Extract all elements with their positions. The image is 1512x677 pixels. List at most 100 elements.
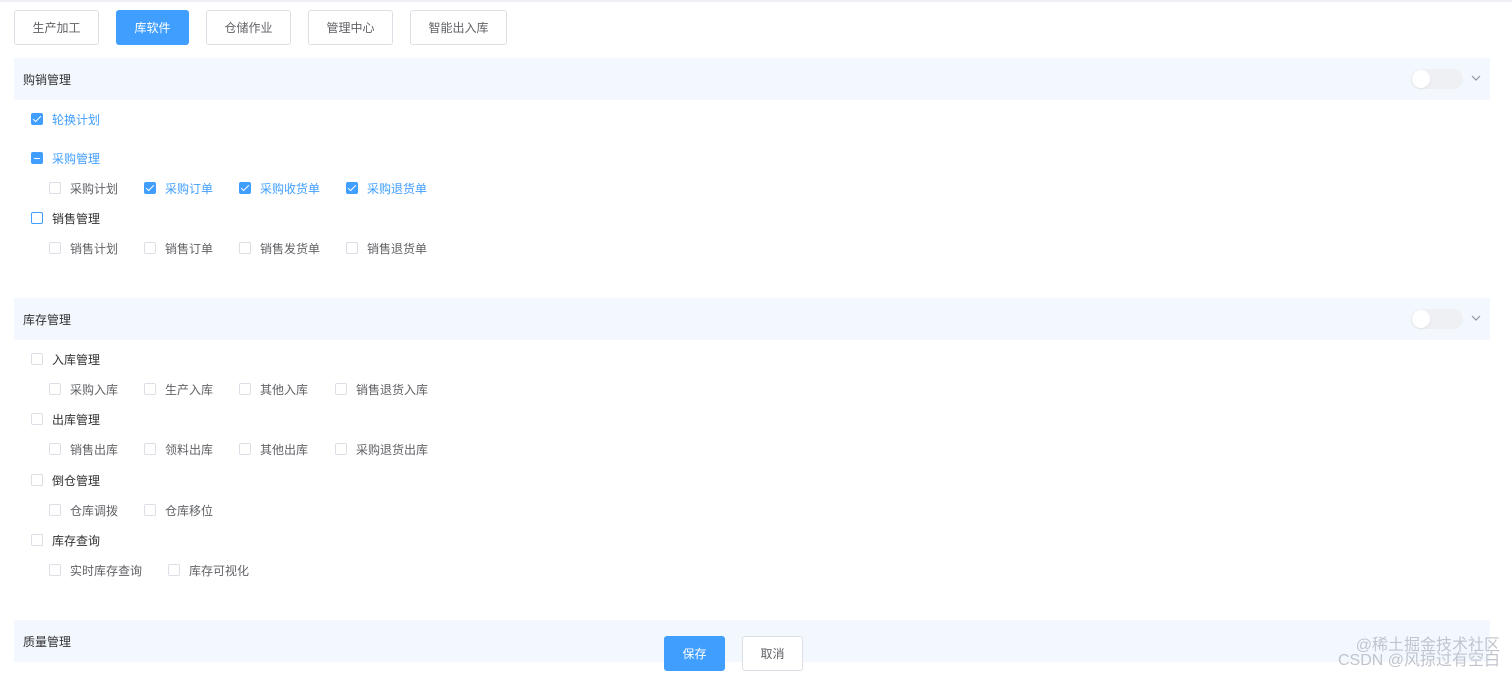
section-title: 购销管理 <box>23 72 72 87</box>
checkbox-unchecked-icon[interactable] <box>346 242 358 254</box>
checkbox-inventory-query[interactable]: 库存查询 <box>31 532 100 549</box>
checkbox-unchecked-icon[interactable] <box>239 242 251 254</box>
checkbox-other-inbound[interactable]: 其他入库 <box>239 381 308 398</box>
checkbox-transfer-management[interactable]: 倒仓管理 <box>31 472 100 489</box>
checkbox-unchecked-icon[interactable] <box>239 383 251 395</box>
checkbox-label: 销售出库 <box>70 442 119 457</box>
checkbox-label: 仓库移位 <box>165 503 214 518</box>
checkbox-production-inbound[interactable]: 生产入库 <box>144 381 213 398</box>
checkbox-unchecked-icon[interactable] <box>239 443 251 455</box>
checkbox-unchecked-icon[interactable] <box>49 182 61 194</box>
checkbox-label: 采购订单 <box>165 181 214 196</box>
save-button[interactable]: 保存 <box>664 636 725 671</box>
section-header-inventory[interactable]: 库存管理 <box>14 298 1490 340</box>
checkbox-label: 轮换计划 <box>52 112 101 127</box>
checkbox-unchecked-icon[interactable] <box>168 564 180 576</box>
group-purchase-management: 采购管理 <box>31 150 100 166</box>
checkbox-indeterminate-icon[interactable] <box>31 152 43 164</box>
checkbox-unchecked-icon[interactable] <box>144 504 156 516</box>
tab-warehouse-software[interactable]: 库软件 <box>116 10 189 45</box>
checkbox-checked-icon[interactable] <box>31 113 43 125</box>
checkbox-label: 领料出库 <box>165 442 214 457</box>
checkbox-warehouse-transfer[interactable]: 仓库调拨 <box>49 502 118 519</box>
checkbox-sales-outbound[interactable]: 销售出库 <box>49 441 118 458</box>
checkbox-inbound-management[interactable]: 入库管理 <box>31 351 100 368</box>
checkbox-purchase-receipt[interactable]: 采购收货单 <box>239 180 320 197</box>
checkbox-unchecked-icon[interactable] <box>49 504 61 516</box>
checkbox-sales-plan[interactable]: 销售计划 <box>49 240 118 257</box>
checkbox-unchecked-icon[interactable] <box>31 353 43 365</box>
checkbox-label: 仓库调拨 <box>70 503 119 518</box>
checkbox-label: 库存查询 <box>52 533 101 548</box>
checkbox-label: 实时库存查询 <box>70 563 143 578</box>
tab-management-center[interactable]: 管理中心 <box>308 10 393 45</box>
top-divider <box>0 0 1512 2</box>
tab-storage-operations[interactable]: 仓储作业 <box>206 10 291 45</box>
checkbox-other-outbound[interactable]: 其他出库 <box>239 441 308 458</box>
checkbox-purchase-return-outbound[interactable]: 采购退货出库 <box>335 441 428 458</box>
switch-knob <box>1412 310 1430 328</box>
group-inbound-management: 入库管理 <box>31 351 100 367</box>
checkbox-outbound-management[interactable]: 出库管理 <box>31 411 100 428</box>
checkbox-label: 生产入库 <box>165 382 214 397</box>
checkbox-unchecked-icon[interactable] <box>49 242 61 254</box>
checkbox-unchecked-icon[interactable] <box>49 564 61 576</box>
checkbox-warehouse-relocation[interactable]: 仓库移位 <box>144 502 213 519</box>
checkbox-unchecked-icon[interactable] <box>335 443 347 455</box>
checkbox-sales-management[interactable]: 销售管理 <box>31 210 100 227</box>
section-toggle-switch[interactable] <box>1411 309 1463 329</box>
checkbox-label: 销售计划 <box>70 241 119 256</box>
group-outbound-management: 出库管理 <box>31 411 100 427</box>
checkbox-sales-return-inbound[interactable]: 销售退货入库 <box>335 381 428 398</box>
checkbox-unchecked-icon[interactable] <box>49 383 61 395</box>
checkbox-label: 倒仓管理 <box>52 473 101 488</box>
checkbox-sales-return[interactable]: 销售退货单 <box>346 240 427 257</box>
checkbox-unchecked-icon[interactable] <box>31 413 43 425</box>
checkbox-label: 销售管理 <box>52 211 101 226</box>
section-header-purchase-sales[interactable]: 购销管理 <box>14 58 1490 100</box>
checkbox-realtime-inventory[interactable]: 实时库存查询 <box>49 562 142 579</box>
checkbox-inventory-visualization[interactable]: 库存可视化 <box>168 562 249 579</box>
checkbox-label: 其他入库 <box>260 382 309 397</box>
checkbox-checked-icon[interactable] <box>144 182 156 194</box>
checkbox-unchecked-icon[interactable] <box>31 474 43 486</box>
tab-smart-inout[interactable]: 智能出入库 <box>410 10 507 45</box>
tab-production[interactable]: 生产加工 <box>14 10 99 45</box>
checkbox-unchecked-icon[interactable] <box>144 383 156 395</box>
checkbox-label: 出库管理 <box>52 412 101 427</box>
checkbox-unchecked-icon[interactable] <box>335 383 347 395</box>
checkbox-rotation-plan[interactable]: 轮换计划 <box>31 111 100 128</box>
checkbox-label: 销售退货入库 <box>356 382 429 397</box>
checkbox-label: 销售订单 <box>165 241 214 256</box>
switch-knob <box>1412 70 1430 88</box>
checkbox-unchecked-icon[interactable] <box>49 443 61 455</box>
checkbox-checked-icon[interactable] <box>346 182 358 194</box>
checkbox-sales-shipment[interactable]: 销售发货单 <box>239 240 320 257</box>
checkbox-purchase-order[interactable]: 采购订单 <box>144 180 213 197</box>
checkbox-label: 采购入库 <box>70 382 119 397</box>
group-sales-management: 销售管理 <box>31 210 100 226</box>
checkbox-checked-icon[interactable] <box>239 182 251 194</box>
section-title: 库存管理 <box>23 312 72 327</box>
checkbox-label: 采购收货单 <box>260 181 321 196</box>
checkbox-label: 采购退货单 <box>367 181 428 196</box>
section-toggle-switch[interactable] <box>1411 69 1463 89</box>
checkbox-unchecked-icon[interactable] <box>144 242 156 254</box>
chevron-down-icon[interactable] <box>1470 312 1482 324</box>
checkbox-unchecked-icon[interactable] <box>31 212 43 224</box>
checkbox-sales-order[interactable]: 销售订单 <box>144 240 213 257</box>
checkbox-label: 销售发货单 <box>260 241 321 256</box>
watermark-line2: CSDN @风掠过有空白 <box>1337 652 1500 669</box>
group-transfer-management: 倒仓管理 <box>31 472 100 488</box>
checkbox-unchecked-icon[interactable] <box>31 534 43 546</box>
cancel-button[interactable]: 取消 <box>742 636 803 671</box>
checkbox-purchase-inbound[interactable]: 采购入库 <box>49 381 118 398</box>
chevron-down-icon[interactable] <box>1470 72 1482 84</box>
checkbox-purchase-management[interactable]: 采购管理 <box>31 150 100 167</box>
module-tabs: 生产加工 库软件 仓储作业 管理中心 智能出入库 <box>14 10 524 45</box>
checkbox-purchase-plan[interactable]: 采购计划 <box>49 180 118 197</box>
checkbox-material-outbound[interactable]: 领料出库 <box>144 441 213 458</box>
checkbox-label: 入库管理 <box>52 352 101 367</box>
checkbox-unchecked-icon[interactable] <box>144 443 156 455</box>
checkbox-purchase-return[interactable]: 采购退货单 <box>346 180 427 197</box>
